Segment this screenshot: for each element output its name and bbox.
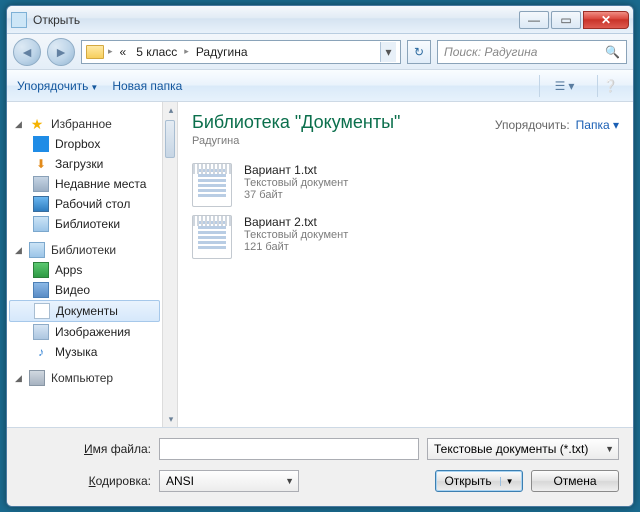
scroll-down-icon[interactable]: ▾ — [163, 411, 179, 427]
back-button[interactable]: ◄ — [13, 38, 41, 66]
sidebar-group-libraries[interactable]: ◢Библиотеки — [7, 240, 162, 260]
app-icon — [11, 12, 27, 28]
scroll-thumb[interactable] — [165, 120, 175, 158]
filename-input[interactable] — [159, 438, 419, 460]
organize-menu[interactable]: Упорядочить▼ — [17, 79, 98, 93]
sidebar-item-music[interactable]: ♪Музыка — [7, 342, 162, 362]
sidebar-item-recent[interactable]: Недавние места — [7, 174, 162, 194]
view-options-button[interactable]: ☰▾ — [539, 75, 583, 97]
scroll-up-icon[interactable]: ▴ — [163, 102, 179, 118]
dropbox-icon — [33, 136, 49, 152]
sidebar-item-apps[interactable]: Apps — [7, 260, 162, 280]
images-icon — [33, 324, 49, 340]
file-list-area: Библиотека "Документы" Радугина Упорядоч… — [178, 102, 633, 427]
computer-icon — [29, 370, 45, 386]
sidebar-scrollbar[interactable]: ▴ ▾ — [162, 102, 178, 427]
downloads-icon: ⬇ — [33, 156, 49, 172]
file-name: Вариант 1.txt — [244, 163, 348, 177]
arrange-by[interactable]: Упорядочить: Папка ▾ — [495, 118, 619, 132]
file-item[interactable]: Вариант 2.txt Текстовый документ 121 бай… — [192, 215, 619, 259]
encoding-select[interactable]: ANSI▼ — [159, 470, 299, 492]
music-icon: ♪ — [33, 344, 49, 360]
libraries-icon — [29, 242, 45, 258]
filename-label: Имя файла: — [21, 442, 151, 456]
folder-icon — [86, 45, 104, 59]
library-title: Библиотека "Документы" — [192, 112, 400, 133]
desktop-icon — [33, 196, 49, 212]
sidebar-group-favorites[interactable]: ◢★Избранное — [7, 114, 162, 134]
libraries-icon — [33, 216, 49, 232]
sidebar-item-dropbox[interactable]: Dropbox — [7, 134, 162, 154]
new-folder-button[interactable]: Новая папка — [112, 79, 182, 93]
file-type: Текстовый документ — [244, 177, 348, 189]
text-file-icon — [192, 215, 232, 259]
sidebar-item-libraries-shortcut[interactable]: Библиотеки — [7, 214, 162, 234]
file-type: Текстовый документ — [244, 229, 348, 241]
recent-icon — [33, 176, 49, 192]
breadcrumb-ellipsis[interactable]: « — [117, 45, 130, 59]
address-bar[interactable]: ▸ « 5 класс ▸ Радугина ▾ — [81, 40, 401, 64]
cancel-button[interactable]: Отмена — [531, 470, 619, 492]
minimize-button[interactable]: — — [519, 11, 549, 29]
sidebar-item-documents[interactable]: Документы — [9, 300, 160, 322]
maximize-button[interactable]: ▭ — [551, 11, 581, 29]
view-icon: ☰ — [555, 79, 566, 93]
video-icon — [33, 282, 49, 298]
nav-bar: ◄ ► ▸ « 5 класс ▸ Радугина ▾ ↻ Поиск: Ра… — [7, 34, 633, 70]
sidebar: ◢★Избранное Dropbox ⬇Загрузки Недавние м… — [7, 102, 162, 427]
document-icon — [34, 303, 50, 319]
refresh-button[interactable]: ↻ — [407, 40, 431, 64]
file-size: 37 байт — [244, 189, 348, 201]
sidebar-item-video[interactable]: Видео — [7, 280, 162, 300]
file-name: Вариант 2.txt — [244, 215, 348, 229]
toolbar: Упорядочить▼ Новая папка ☰▾ ❔ — [7, 70, 633, 102]
forward-button[interactable]: ► — [47, 38, 75, 66]
file-type-filter[interactable]: Текстовые документы (*.txt)▼ — [427, 438, 619, 460]
encoding-label: Кодировка: — [21, 474, 151, 488]
help-icon: ❔ — [603, 79, 618, 93]
sidebar-item-images[interactable]: Изображения — [7, 322, 162, 342]
sidebar-item-desktop[interactable]: Рабочий стол — [7, 194, 162, 214]
main-area: ◢★Избранное Dropbox ⬇Загрузки Недавние м… — [7, 102, 633, 428]
breadcrumb-sep-icon: ▸ — [184, 46, 189, 57]
breadcrumb-sep-icon: ▸ — [108, 46, 113, 57]
close-button[interactable]: ✕ — [583, 11, 629, 29]
text-file-icon — [192, 163, 232, 207]
help-button[interactable]: ❔ — [597, 75, 623, 97]
open-button[interactable]: Открыть▼ — [435, 470, 523, 492]
breadcrumb-item[interactable]: Радугина — [193, 45, 251, 59]
library-subtitle: Радугина — [192, 135, 400, 147]
bottom-panel: Имя файла: Текстовые документы (*.txt)▼ … — [7, 428, 633, 506]
sidebar-item-downloads[interactable]: ⬇Загрузки — [7, 154, 162, 174]
star-icon: ★ — [29, 116, 45, 132]
titlebar[interactable]: Открыть — ▭ ✕ — [7, 6, 633, 34]
apps-icon — [33, 262, 49, 278]
sidebar-group-computer[interactable]: ◢Компьютер — [7, 368, 162, 388]
file-size: 121 байт — [244, 241, 348, 253]
open-dialog-window: Открыть — ▭ ✕ ◄ ► ▸ « 5 класс ▸ Радугина… — [6, 5, 634, 507]
breadcrumb-item[interactable]: 5 класс — [133, 45, 180, 59]
search-icon: 🔍 — [605, 45, 620, 59]
file-item[interactable]: Вариант 1.txt Текстовый документ 37 байт — [192, 163, 619, 207]
address-dropdown-icon[interactable]: ▾ — [380, 42, 396, 62]
search-placeholder: Поиск: Радугина — [444, 45, 537, 59]
search-input[interactable]: Поиск: Радугина 🔍 — [437, 40, 627, 64]
window-title: Открыть — [33, 13, 517, 27]
